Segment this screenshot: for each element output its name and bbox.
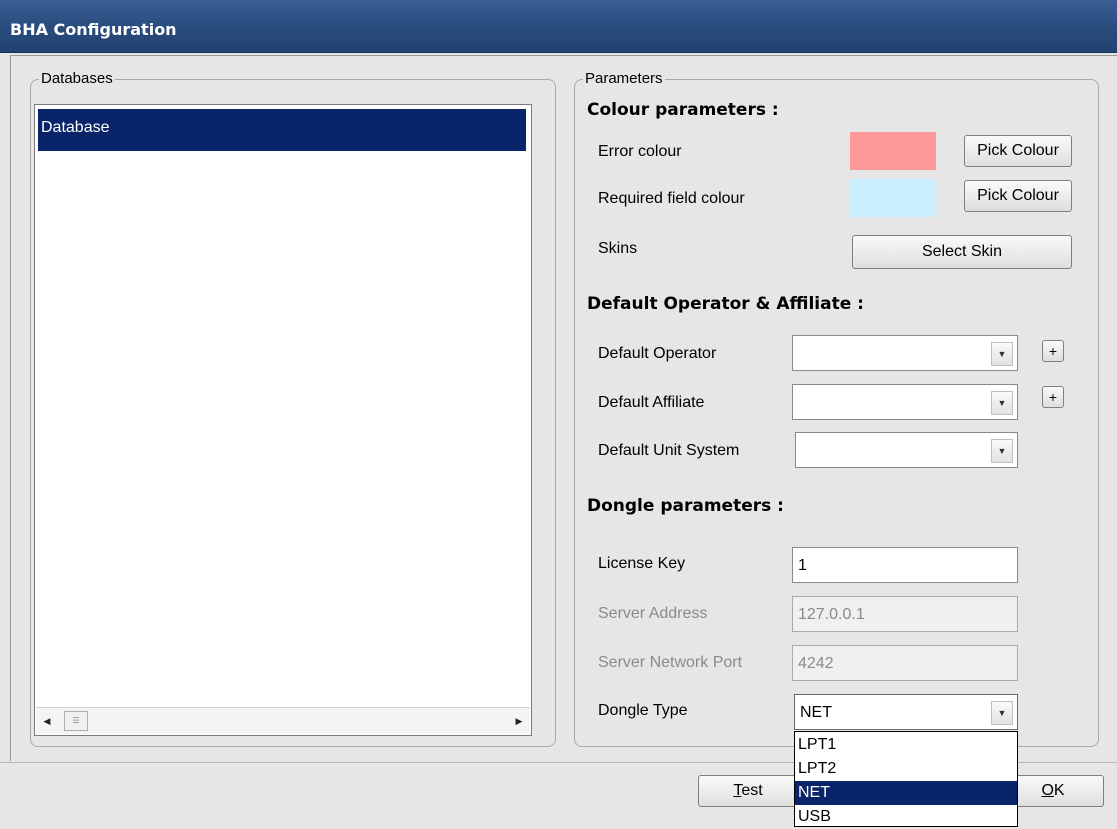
- required-field-colour-label: Required field colour: [598, 190, 745, 207]
- test-button-label: est: [741, 782, 763, 799]
- ok-button-mnemonic: O: [1041, 782, 1054, 799]
- server-address-value: 127.0.0.1: [798, 606, 865, 623]
- license-key-input[interactable]: 1: [792, 547, 1018, 583]
- window-title: BHA Configuration: [10, 20, 177, 39]
- default-operator-label: Default Operator: [598, 345, 717, 362]
- colour-parameters-heading: Colour parameters :: [587, 100, 779, 120]
- default-unit-system-label: Default Unit System: [598, 442, 740, 459]
- add-affiliate-button[interactable]: +: [1042, 386, 1064, 408]
- error-colour-swatch: [850, 132, 936, 170]
- dongle-type-dropdown-list[interactable]: LPT1 LPT2 NET USB: [794, 731, 1018, 827]
- default-unit-system-select[interactable]: ▼: [795, 432, 1018, 468]
- option-label: LPT2: [798, 760, 837, 777]
- test-button[interactable]: Test: [698, 775, 798, 807]
- dropdown-option-net[interactable]: NET: [795, 781, 1017, 805]
- dropdown-option-lpt2[interactable]: LPT2: [795, 757, 1017, 781]
- skins-label: Skins: [598, 240, 638, 257]
- dongle-type-select[interactable]: NET ▼: [794, 694, 1018, 730]
- select-skin-button[interactable]: Select Skin: [852, 235, 1072, 269]
- dropdown-option-lpt1[interactable]: LPT1: [795, 733, 1017, 757]
- pick-required-colour-button[interactable]: Pick Colour: [964, 180, 1072, 212]
- dongle-parameters-heading: Dongle parameters :: [587, 496, 784, 516]
- list-item[interactable]: Database: [38, 109, 526, 151]
- error-colour-label: Error colour: [598, 143, 682, 160]
- chevron-down-icon[interactable]: ▼: [991, 701, 1013, 725]
- default-affiliate-select[interactable]: ▼: [792, 384, 1018, 420]
- databases-legend: Databases: [39, 70, 115, 87]
- default-operator-select[interactable]: ▼: [792, 335, 1018, 371]
- chevron-down-icon[interactable]: ▼: [991, 391, 1013, 415]
- server-network-port-input[interactable]: 4242: [792, 645, 1018, 681]
- parameters-legend: Parameters: [583, 70, 665, 87]
- chevron-down-icon[interactable]: ▼: [991, 439, 1013, 463]
- license-key-value: 1: [798, 557, 807, 574]
- dongle-type-value: NET: [800, 704, 832, 721]
- option-label: USB: [798, 808, 831, 825]
- pick-error-colour-button[interactable]: Pick Colour: [964, 135, 1072, 167]
- scrollbar-thumb[interactable]: ☰: [64, 711, 88, 731]
- server-address-input[interactable]: 127.0.0.1: [792, 596, 1018, 632]
- server-network-port-value: 4242: [798, 655, 834, 672]
- dropdown-option-usb[interactable]: USB: [795, 805, 1017, 829]
- horizontal-scrollbar[interactable]: ◀ ☰ ▶: [36, 707, 530, 734]
- add-operator-button[interactable]: +: [1042, 340, 1064, 362]
- ok-button-label: K: [1053, 782, 1065, 799]
- dongle-type-label: Dongle Type: [598, 702, 688, 719]
- databases-list[interactable]: Database ◀ ☰ ▶: [34, 104, 532, 736]
- default-operator-affiliate-heading: Default Operator & Affiliate :: [587, 294, 864, 314]
- required-field-colour-swatch: [850, 179, 936, 217]
- chevron-down-icon[interactable]: ▼: [991, 342, 1013, 366]
- option-label: NET: [798, 784, 830, 801]
- license-key-label: License Key: [598, 555, 686, 572]
- left-arrow-icon[interactable]: ◀: [36, 708, 58, 734]
- option-label: LPT1: [798, 736, 837, 753]
- list-item-label: Database: [41, 119, 110, 136]
- right-arrow-icon[interactable]: ▶: [508, 708, 530, 734]
- title-bar: BHA Configuration: [0, 0, 1117, 53]
- server-network-port-label: Server Network Port: [598, 654, 743, 671]
- server-address-label: Server Address: [598, 605, 708, 622]
- default-affiliate-label: Default Affiliate: [598, 394, 705, 411]
